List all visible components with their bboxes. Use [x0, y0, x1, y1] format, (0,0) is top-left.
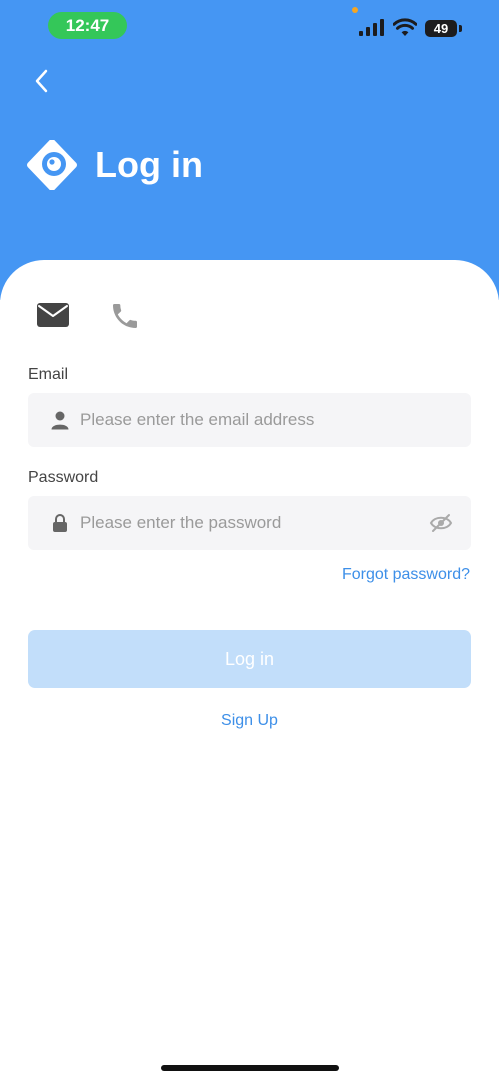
battery-icon: 49 [425, 20, 457, 37]
camera-eye-logo-icon [27, 140, 77, 190]
eye-slash-icon[interactable] [429, 512, 453, 534]
sign-up-link[interactable]: Sign Up [0, 712, 499, 730]
email-label: Email [28, 366, 69, 383]
email-input[interactable] [80, 393, 410, 447]
status-bar: 12:47 49 [0, 0, 499, 54]
status-time: 12:47 [48, 12, 127, 39]
privacy-indicator-dot [352, 7, 358, 13]
envelope-icon[interactable] [36, 300, 70, 330]
login-button[interactable]: Log in [28, 630, 471, 688]
password-input[interactable] [80, 496, 410, 550]
chevron-left-icon[interactable] [30, 66, 54, 96]
battery-tip [459, 25, 462, 32]
forgot-password-link[interactable]: Forgot password? [342, 566, 470, 584]
email-field[interactable] [28, 393, 471, 447]
phone-icon[interactable] [108, 300, 142, 332]
home-indicator [161, 1065, 339, 1071]
lock-icon [53, 514, 67, 532]
password-label: Password [28, 469, 99, 486]
cellular-signal-icon [359, 19, 384, 36]
header-banner: 12:47 49 Log in [0, 0, 499, 300]
password-field[interactable] [28, 496, 471, 550]
person-icon [51, 411, 69, 430]
wifi-icon [393, 18, 417, 36]
page-title: Log in [95, 144, 203, 185]
